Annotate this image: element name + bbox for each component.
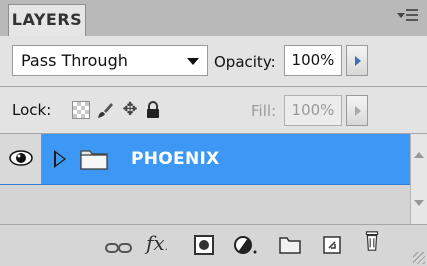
new-layer-icon[interactable] [321,234,343,256]
opacity-label: Opacity: [214,53,276,71]
panel-tab-bar: LAYERS [0,0,427,37]
arrow-right-icon [355,56,361,66]
visibility-toggle[interactable] [0,134,42,184]
layers-toolbar: fx. [0,224,427,266]
scroll-down-icon[interactable] [414,200,424,206]
fill-slider-button[interactable] [346,95,368,126]
blend-mode-value: Pass Through [21,51,128,70]
lock-position-icon[interactable]: ✥ [121,101,139,119]
layers-panel: LAYERS Pass Through Opacity: 100% Lock: … [0,0,427,266]
trash-icon[interactable] [363,230,381,252]
blend-mode-dropdown[interactable]: Pass Through [12,45,208,76]
lock-fill-row: Lock: ✥ Fill: 100% [0,87,427,134]
link-layers-icon[interactable] [104,237,134,259]
adjustment-layer-icon[interactable] [233,234,261,256]
eye-icon [9,150,33,166]
layer-mask-icon[interactable] [193,234,215,256]
lock-all-icon[interactable] [144,101,162,119]
folder-icon [80,150,108,170]
panel-menu-icon[interactable] [397,7,419,27]
opacity-slider-button[interactable] [346,45,368,76]
layers-list: PHOENIX [0,134,410,224]
arrow-right-icon [355,106,361,116]
layer-name[interactable]: PHOENIX [131,149,220,169]
lock-transparent-pixels-icon[interactable] [72,101,90,119]
new-group-icon[interactable] [278,234,302,256]
expand-triangle-icon[interactable] [54,150,66,168]
opacity-input[interactable]: 100% [284,45,342,76]
blend-opacity-row: Pass Through Opacity: 100% [0,36,427,87]
resize-grip[interactable] [413,252,425,264]
lock-image-pixels-icon[interactable] [96,101,114,119]
lock-label: Lock: [12,101,52,119]
fill-input[interactable]: 100% [284,95,342,126]
fill-label: Fill: [251,102,277,120]
scroll-up-icon[interactable] [414,152,424,158]
layer-row[interactable]: PHOENIX [0,134,410,185]
layers-scrollbar[interactable] [410,134,427,224]
fx-icon[interactable]: fx. [146,231,168,255]
tab-layers[interactable]: LAYERS [8,4,86,36]
chevron-down-icon [187,58,199,65]
